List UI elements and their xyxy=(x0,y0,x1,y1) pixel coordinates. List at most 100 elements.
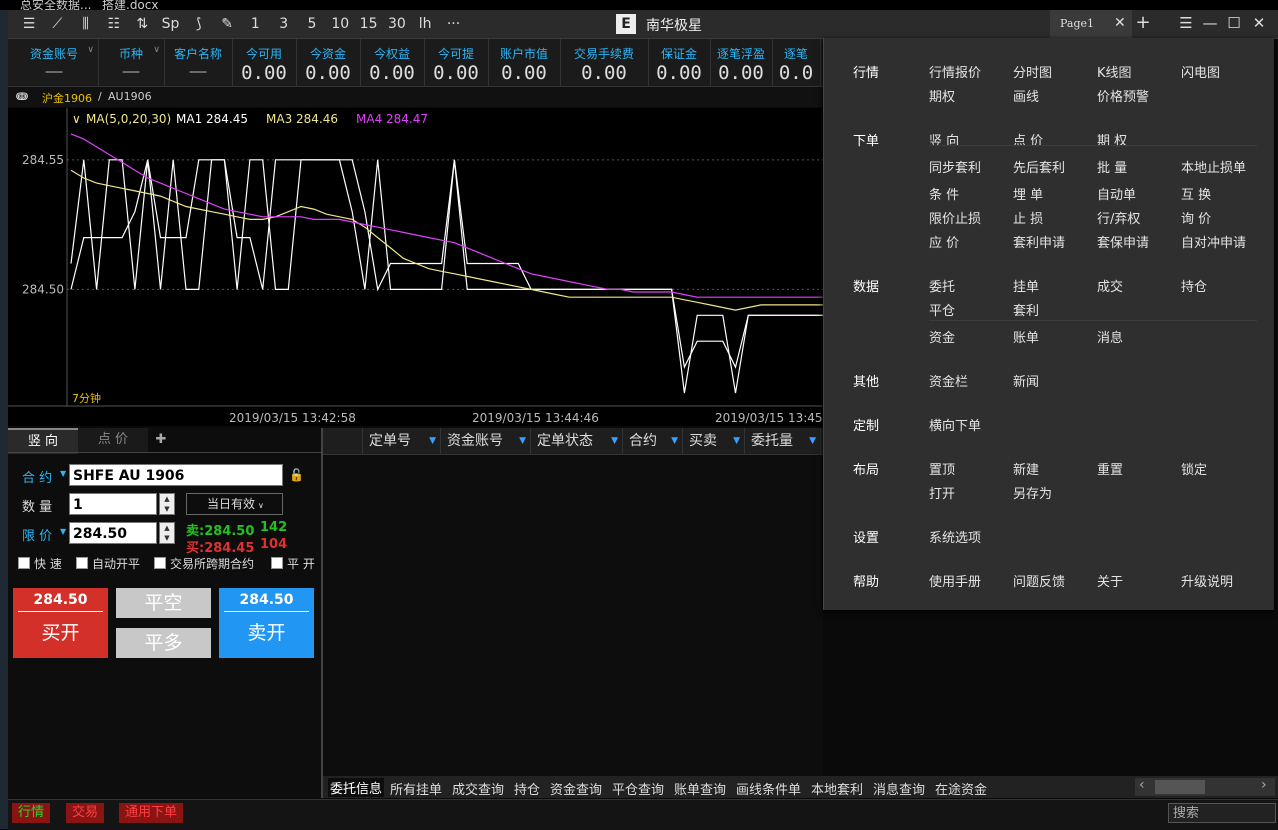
auto-open-close-checkbox[interactable]: 自动开平 xyxy=(76,555,140,572)
grid-column-header[interactable]: 合约 ▼ xyxy=(623,428,683,454)
legend-chevron-icon[interactable]: ∨ xyxy=(72,112,81,126)
close-short-button[interactable]: 平空 xyxy=(116,588,211,618)
menu-item[interactable]: 限价止损 xyxy=(929,208,981,227)
menu-item[interactable]: 新闻 xyxy=(1013,371,1039,390)
grid-column-header[interactable]: 委托量 ▼ xyxy=(745,428,821,454)
menu-item[interactable]: 同步套利 xyxy=(929,157,981,176)
menu-item[interactable]: 委托 xyxy=(929,276,955,295)
menu-item[interactable]: K线图 xyxy=(1097,62,1132,81)
add-tab-icon[interactable]: + xyxy=(1132,12,1154,33)
menu-item[interactable]: 止 损 xyxy=(1013,208,1043,227)
chevron-down-icon[interactable]: ∨ xyxy=(153,45,160,55)
buy-open-button[interactable]: 284.50 买开 xyxy=(13,588,108,658)
menu-item[interactable]: 资金 xyxy=(929,327,955,346)
menu-item[interactable]: 套保申请 xyxy=(1097,232,1149,251)
list-icon[interactable]: ☰ xyxy=(18,14,40,34)
desktop-file-2[interactable]: 搭建.docx xyxy=(102,0,158,10)
menu-item[interactable]: 自对冲申请 xyxy=(1181,232,1246,251)
close-open-checkbox[interactable]: 平 开 xyxy=(271,555,315,572)
menu-item[interactable]: 打开 xyxy=(929,483,955,502)
fast-checkbox[interactable]: 快 速 xyxy=(18,555,62,572)
menu-item[interactable]: 画线 xyxy=(1013,86,1039,105)
quote-mode-button[interactable]: 行情 xyxy=(12,803,51,823)
grid-column-header[interactable]: 定单状态 ▼ xyxy=(531,428,623,454)
more-tools-button[interactable]: ··· xyxy=(443,14,465,34)
menu-item[interactable]: 持仓 xyxy=(1181,276,1207,295)
trade-mode-button[interactable]: 交易 xyxy=(66,803,105,823)
filter-dropdown-icon[interactable]: ▼ xyxy=(429,428,436,454)
filter-dropdown-icon[interactable]: ▼ xyxy=(733,428,740,454)
menu-item[interactable]: 新建 xyxy=(1013,459,1039,478)
sell-open-button[interactable]: 284.50 卖开 xyxy=(219,588,314,658)
menu-item[interactable]: 闪电图 xyxy=(1181,62,1220,81)
menu-item[interactable]: 埋 单 xyxy=(1013,184,1043,203)
scroll-right-icon[interactable]: › xyxy=(1261,777,1267,793)
period-30-button[interactable]: 30 xyxy=(386,14,408,34)
price-type-dropdown-icon[interactable]: ▼ xyxy=(60,527,66,536)
menu-item[interactable]: 另存为 xyxy=(1013,483,1052,502)
period-15-button[interactable]: 15 xyxy=(358,14,380,34)
add-order-tab-icon[interactable]: ✚ xyxy=(151,428,171,452)
minimize-icon[interactable]: — xyxy=(1199,14,1221,32)
menu-item[interactable]: 互 换 xyxy=(1181,184,1211,203)
menu-item[interactable]: 消息 xyxy=(1097,327,1123,346)
validity-select[interactable]: 当日有效 ∨ xyxy=(186,493,283,515)
menu-item[interactable]: 关于 xyxy=(1097,571,1123,590)
link-icon[interactable]: ↈ xyxy=(16,90,28,104)
menu-item[interactable]: 系统选项 xyxy=(929,527,981,546)
contract-label[interactable]: 合 约 xyxy=(22,467,52,486)
menu-item[interactable]: 期权 xyxy=(929,86,955,105)
menu-item[interactable]: 行/弃权 xyxy=(1097,208,1140,227)
contract-dropdown-icon[interactable]: ▼ xyxy=(60,469,66,478)
menu-item[interactable]: 使用手册 xyxy=(929,571,981,590)
menu-item[interactable]: 升级说明 xyxy=(1181,571,1233,590)
menu-item[interactable]: 横向下单 xyxy=(929,415,981,434)
grid-column-header[interactable]: 资金账号 ▼ xyxy=(441,428,531,454)
close-window-icon[interactable]: ✕ xyxy=(1248,14,1270,32)
price-input[interactable]: 284.50 xyxy=(69,522,157,544)
menu-item[interactable]: 置顶 xyxy=(929,459,955,478)
grid-column-header[interactable]: 买卖 ▼ xyxy=(683,428,745,454)
menu-item[interactable]: 重置 xyxy=(1097,459,1123,478)
account-cell-0[interactable]: 资金账号 ∨ —— xyxy=(10,39,99,86)
menu-item[interactable]: 成交 xyxy=(1097,276,1123,295)
quantity-input[interactable]: 1 xyxy=(69,493,157,515)
menu-item[interactable]: 询 价 xyxy=(1181,208,1211,227)
pen-icon[interactable]: ✎ xyxy=(216,14,238,34)
tab-vertical[interactable]: 竖 向 xyxy=(8,428,78,454)
menu-item[interactable]: 竖 向 xyxy=(929,130,959,149)
menu-item[interactable]: 分时图 xyxy=(1013,62,1052,81)
bottom-tab-0[interactable]: 委托信息 xyxy=(328,778,385,797)
bottom-tab-10[interactable]: 在途资金 xyxy=(935,779,987,798)
bottom-tab-5[interactable]: 平仓查询 xyxy=(612,779,664,798)
s-icon[interactable]: ⟆ xyxy=(188,14,210,34)
bar-icon[interactable]: ☷ xyxy=(103,14,125,34)
menu-item[interactable]: 套利申请 xyxy=(1013,232,1065,251)
maximize-icon[interactable]: ☐ xyxy=(1223,14,1245,32)
menu-item[interactable]: 平仓 xyxy=(929,300,955,319)
bottom-tab-2[interactable]: 成交查询 xyxy=(452,779,504,798)
menu-item[interactable]: 本地止损单 xyxy=(1181,157,1246,176)
menu-item[interactable]: 问题反馈 xyxy=(1013,571,1065,590)
period-lh-button[interactable]: lh xyxy=(414,14,436,34)
grid-column-header[interactable]: 定单号 ▼ xyxy=(363,428,441,454)
bid-price[interactable]: 买:284.45 xyxy=(186,537,254,556)
chevron-down-icon[interactable]: ∨ xyxy=(87,45,94,55)
menu-item[interactable]: 资金栏 xyxy=(929,371,968,390)
menu-item[interactable]: 挂单 xyxy=(1013,276,1039,295)
bottom-tab-8[interactable]: 本地套利 xyxy=(811,779,863,798)
menu-item[interactable]: 价格预警 xyxy=(1097,86,1149,105)
line-chart-icon[interactable]: ⟋ xyxy=(46,14,68,34)
menu-item[interactable]: 锁定 xyxy=(1181,459,1207,478)
period-1-button[interactable]: 1 xyxy=(244,14,266,34)
bottom-tab-3[interactable]: 持仓 xyxy=(514,779,540,798)
quantity-stepper[interactable]: ▲ ▼ xyxy=(159,493,175,515)
tab-page1[interactable]: Page1 ✕ xyxy=(1050,10,1132,38)
menu-item[interactable]: 点 价 xyxy=(1013,130,1043,149)
menu-item[interactable]: 先后套利 xyxy=(1013,157,1065,176)
sp-tool-button[interactable]: Sp xyxy=(160,14,182,34)
scroll-left-icon[interactable]: ‹ xyxy=(1139,777,1145,793)
period-5-button[interactable]: 5 xyxy=(301,14,323,34)
menu-item[interactable]: 套利 xyxy=(1013,300,1039,319)
filter-dropdown-icon[interactable]: ▼ xyxy=(519,428,526,454)
